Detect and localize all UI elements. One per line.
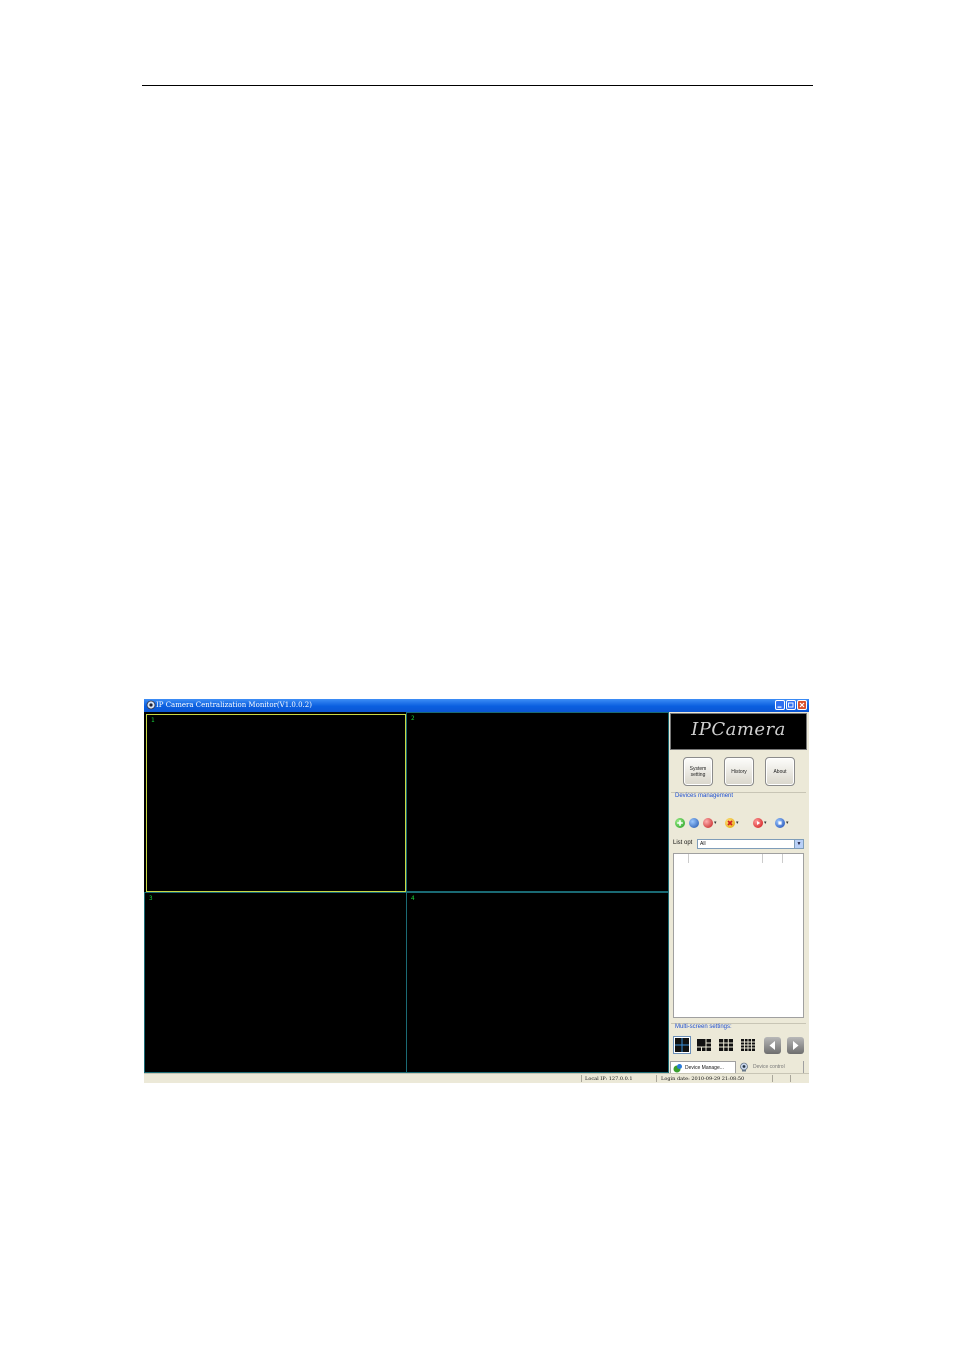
list-opt-label: List opt (673, 840, 693, 846)
status-separator (656, 1075, 657, 1082)
dropdown-arrow-icon[interactable]: ▾ (764, 820, 767, 826)
column-separator[interactable] (688, 854, 689, 863)
status-separator (790, 1075, 791, 1082)
layout-16-button[interactable] (739, 1036, 757, 1054)
layout-16-icon (741, 1039, 755, 1051)
x-mark-icon (727, 820, 733, 826)
list-opt-select[interactable]: All ▼ (697, 839, 804, 849)
logo-text: IPCamera (691, 719, 786, 740)
dropdown-arrow-icon[interactable]: ▾ (786, 820, 789, 826)
chevron-down-icon[interactable]: ▼ (794, 840, 803, 848)
play-triangle-icon (757, 821, 761, 825)
tab-label: Device control (753, 1064, 785, 1070)
restore-button[interactable] (786, 700, 796, 710)
status-separator (581, 1075, 582, 1082)
brand-logo: IPCamera (670, 713, 807, 750)
close-button[interactable] (797, 700, 807, 710)
dropdown-arrow-icon[interactable]: ▾ (736, 820, 739, 826)
play-icon[interactable] (753, 818, 763, 828)
edit-device-icon[interactable] (703, 818, 713, 828)
control-panel: IPCamera System setting History About De… (669, 712, 809, 1073)
close-icon (799, 702, 805, 708)
add-device-icon[interactable] (675, 818, 685, 828)
login-date-status: Login date: 2010-09-29 21:08:50 (661, 1076, 745, 1082)
layout-9-icon (719, 1039, 733, 1051)
system-setting-button[interactable]: System setting (683, 757, 713, 786)
previous-page-button[interactable] (764, 1037, 781, 1054)
app-window: IP Camera Centralization Monitor(V1.0.0.… (144, 699, 809, 1083)
status-separator (772, 1075, 773, 1082)
video-pane-1[interactable]: 1 (146, 714, 406, 892)
history-button[interactable]: History (724, 757, 754, 786)
status-bar: Local IP: 127.0.0.1 Login date: 2010-09-… (144, 1073, 809, 1083)
layout-4-button[interactable] (673, 1036, 691, 1054)
pane-number: 3 (149, 895, 153, 902)
pane-number: 2 (411, 715, 415, 722)
stop-icon[interactable] (775, 818, 785, 828)
devices-management-label: Devices management (675, 793, 734, 799)
title-bar[interactable]: IP Camera Centralization Monitor(V1.0.0.… (144, 699, 809, 712)
minimize-button[interactable] (775, 700, 785, 710)
pane-number: 1 (151, 717, 155, 724)
dropdown-arrow-icon[interactable]: ▾ (714, 820, 717, 826)
tab-device-manage[interactable]: Device Manage... (670, 1061, 736, 1073)
stop-square-icon (778, 821, 782, 825)
tab-device-control[interactable]: Device control (736, 1061, 804, 1073)
layout-6-icon (697, 1039, 711, 1051)
restore-icon (788, 702, 794, 708)
layout-6-button[interactable] (695, 1036, 713, 1054)
pane-number: 4 (411, 895, 415, 902)
webcam-icon (740, 1062, 748, 1072)
minimize-icon (777, 706, 782, 708)
panel-tabs: Device Manage... Device control (670, 1061, 808, 1073)
search-device-icon[interactable] (689, 818, 699, 828)
multi-screen-label: Multi-screen settings: (675, 1024, 732, 1030)
layout-9-button[interactable] (717, 1036, 735, 1054)
column-separator[interactable] (762, 854, 763, 863)
app-camera-icon (146, 700, 156, 710)
local-ip-status: Local IP: 127.0.0.1 (585, 1076, 633, 1082)
globe-devices-icon (673, 1064, 682, 1073)
video-area: 1 2 3 4 (144, 712, 669, 1073)
list-opt-value: All (700, 841, 706, 847)
device-list[interactable] (673, 853, 804, 1018)
delete-device-icon[interactable] (725, 818, 735, 828)
window-title: IP Camera Centralization Monitor(V1.0.0.… (156, 701, 312, 709)
video-pane-2[interactable]: 2 (406, 712, 669, 892)
arrow-right-icon (793, 1041, 799, 1050)
page-header-rule (142, 85, 813, 86)
video-pane-4[interactable]: 4 (406, 892, 669, 1073)
plus-icon (677, 820, 683, 826)
next-page-button[interactable] (787, 1037, 804, 1054)
arrow-left-icon (769, 1041, 775, 1050)
layout-4-icon (675, 1038, 689, 1052)
column-separator[interactable] (782, 854, 783, 863)
about-button[interactable]: About (765, 757, 795, 786)
video-pane-3[interactable]: 3 (144, 892, 407, 1073)
